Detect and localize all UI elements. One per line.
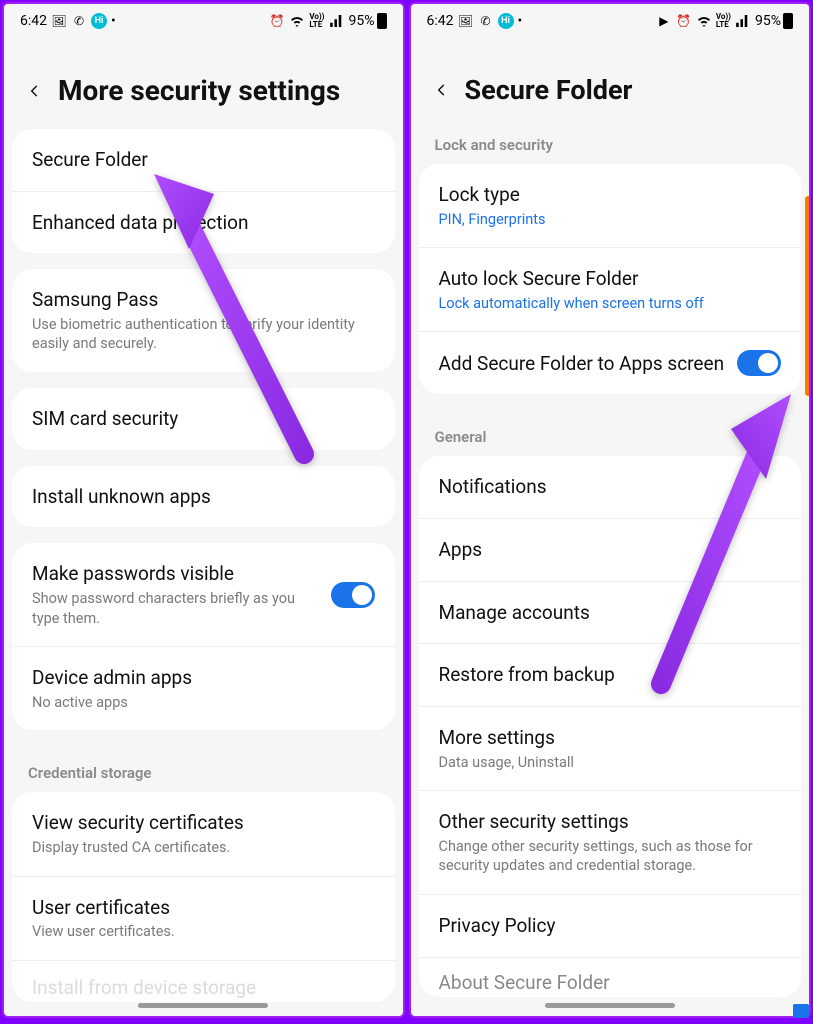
row-title: SIM card security <box>32 406 363 432</box>
wifi-icon <box>696 13 712 29</box>
row-title: View security certificates <box>32 810 363 836</box>
row-other-security-settings[interactable]: Other security settings Change other sec… <box>419 791 802 895</box>
screen-header: More security settings <box>4 38 403 129</box>
row-view-security-certificates[interactable]: View security certificates Display trust… <box>12 792 395 876</box>
status-dot: • <box>111 13 116 29</box>
hi-icon: Hi <box>91 13 107 29</box>
row-lock-type[interactable]: Lock type PIN, Fingerprints <box>419 164 802 248</box>
page-title: More security settings <box>58 74 340 107</box>
row-title: Restore from backup <box>439 662 770 688</box>
row-title: Make passwords visible <box>32 561 319 587</box>
image-icon: 🖼 <box>458 13 474 29</box>
folder-icon <box>793 1004 809 1018</box>
row-sub: Data usage, Uninstall <box>439 753 770 773</box>
gesture-bar[interactable] <box>545 1003 675 1008</box>
row-title: Manage accounts <box>439 600 770 626</box>
row-title: Lock type <box>439 182 770 208</box>
row-sub: View user certificates. <box>32 922 363 942</box>
row-title: Enhanced data protection <box>32 210 363 236</box>
row-sub: Lock automatically when screen turns off <box>439 294 770 314</box>
screen-header: Secure Folder <box>411 38 810 118</box>
row-apps[interactable]: Apps <box>419 519 802 582</box>
row-auto-lock[interactable]: Auto lock Secure Folder Lock automatical… <box>419 248 802 332</box>
row-title: Privacy Policy <box>439 913 770 939</box>
row-sim-card-security[interactable]: SIM card security <box>12 388 395 450</box>
alarm-icon: ⏰ <box>676 13 692 29</box>
section-header-general: General <box>411 410 810 456</box>
row-title: Notifications <box>439 474 770 500</box>
toggle-add-to-apps[interactable] <box>737 350 781 376</box>
row-samsung-pass[interactable]: Samsung Pass Use biometric authenticatio… <box>12 269 395 372</box>
back-icon[interactable] <box>24 77 44 105</box>
scroll-indicator <box>805 196 811 396</box>
row-title: Other security settings <box>439 809 770 835</box>
row-user-certificates[interactable]: User certificates View user certificates… <box>12 877 395 961</box>
row-title: About Secure Folder <box>439 970 770 996</box>
page-title: Secure Folder <box>465 74 633 106</box>
row-title: Apps <box>439 537 770 563</box>
row-sub: Use biometric authentication to verify y… <box>32 315 363 354</box>
image-icon: 🖼 <box>51 13 67 29</box>
status-dot: • <box>518 13 523 29</box>
toggle-passwords-visible[interactable] <box>331 582 375 608</box>
section-header-credential-storage: Credential storage <box>4 746 403 792</box>
row-device-admin-apps[interactable]: Device admin apps No active apps <box>12 647 395 730</box>
row-restore-backup[interactable]: Restore from backup <box>419 644 802 707</box>
row-sub: Display trusted CA certificates. <box>32 838 363 858</box>
row-sub: Show password characters briefly as you … <box>32 589 319 628</box>
phone-left: 6:42 🖼 ✆ Hi • ⏰ Vo))LTE 95% More securit… <box>2 2 405 1018</box>
row-sub: PIN, Fingerprints <box>439 210 770 230</box>
row-manage-accounts[interactable]: Manage accounts <box>419 582 802 645</box>
battery-indicator: 95% <box>349 13 387 29</box>
row-secure-folder[interactable]: Secure Folder <box>12 129 395 192</box>
row-title: Add Secure Folder to Apps screen <box>439 351 726 377</box>
section-header-lock: Lock and security <box>411 118 810 164</box>
back-icon[interactable] <box>431 76 451 104</box>
alarm-icon: ⏰ <box>269 13 285 29</box>
row-sub: No active apps <box>32 693 363 713</box>
whatsapp-icon: ✆ <box>478 13 494 29</box>
row-title: Install unknown apps <box>32 484 363 510</box>
status-bar: 6:42 🖼 ✆ Hi • ⏰ Vo))LTE 95% <box>4 4 403 38</box>
clock: 6:42 <box>427 13 454 29</box>
row-more-settings[interactable]: More settings Data usage, Uninstall <box>419 707 802 791</box>
row-title: More settings <box>439 725 770 751</box>
hi-icon: Hi <box>498 13 514 29</box>
row-privacy-policy[interactable]: Privacy Policy <box>419 895 802 958</box>
row-title: Samsung Pass <box>32 287 363 313</box>
row-install-from-storage[interactable]: Install from device storage <box>12 961 395 1003</box>
wifi-icon <box>289 13 305 29</box>
signal-icon <box>735 13 751 29</box>
whatsapp-icon: ✆ <box>71 13 87 29</box>
row-make-passwords-visible[interactable]: Make passwords visible Show password cha… <box>12 543 395 647</box>
row-title: Auto lock Secure Folder <box>439 266 770 292</box>
row-title: Install from device storage <box>32 975 363 1001</box>
volte-icon: Vo))LTE <box>716 13 731 29</box>
row-about-secure-folder[interactable]: About Secure Folder <box>419 958 802 998</box>
row-enhanced-data-protection[interactable]: Enhanced data protection <box>12 192 395 254</box>
clock: 6:42 <box>20 13 47 29</box>
status-bar: 6:42 🖼 ✆ Hi • ▶ ⏰ Vo))LTE 95% <box>411 4 810 38</box>
youtube-icon: ▶ <box>656 13 672 29</box>
volte-icon: Vo))LTE <box>309 13 324 29</box>
row-notifications[interactable]: Notifications <box>419 456 802 519</box>
row-sub: Change other security settings, such as … <box>439 837 770 876</box>
row-title: Secure Folder <box>32 147 363 173</box>
row-install-unknown-apps[interactable]: Install unknown apps <box>12 466 395 528</box>
row-title: Device admin apps <box>32 665 363 691</box>
battery-indicator: 95% <box>755 13 793 29</box>
phone-right: 6:42 🖼 ✆ Hi • ▶ ⏰ Vo))LTE 95% Secure Fol… <box>409 2 812 1018</box>
row-title: User certificates <box>32 895 363 921</box>
signal-icon <box>329 13 345 29</box>
gesture-bar[interactable] <box>138 1003 268 1008</box>
row-add-to-apps-screen[interactable]: Add Secure Folder to Apps screen <box>419 332 802 394</box>
